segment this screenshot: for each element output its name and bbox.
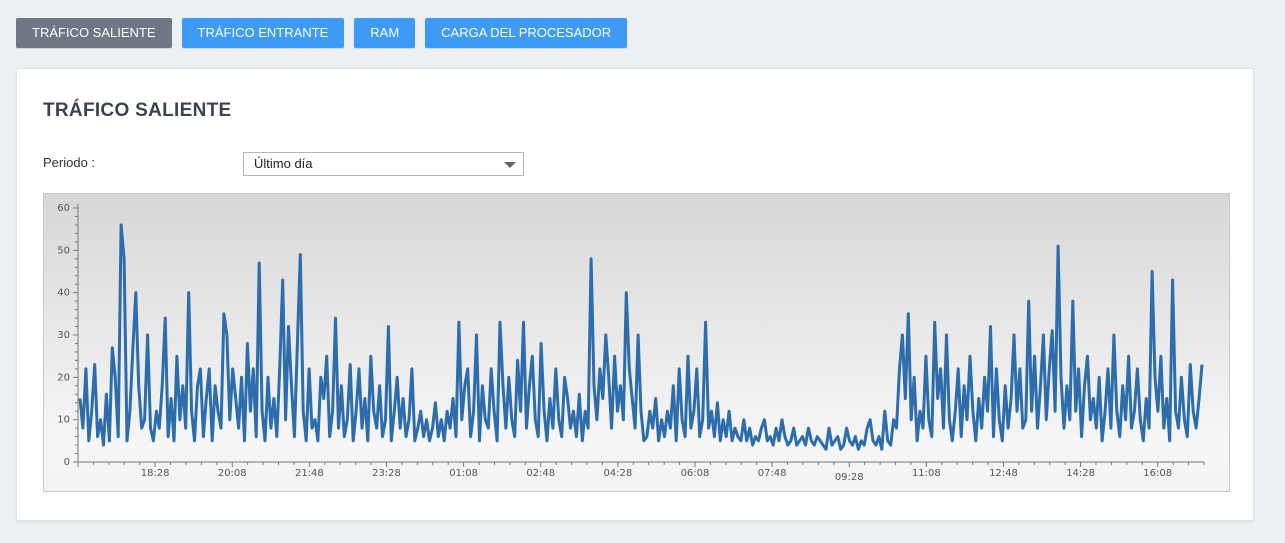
- chevron-down-icon: [504, 162, 516, 168]
- tab-trafico-entrante[interactable]: TRÁFICO ENTRANTE: [181, 18, 345, 48]
- traffic-panel: TRÁFICO SALIENTE Periodo : Último día 01…: [16, 68, 1254, 521]
- x-tick-label: 14:28: [1066, 468, 1095, 479]
- x-tick-label: 23:28: [372, 468, 401, 479]
- x-tick-label: 01:08: [449, 468, 478, 479]
- x-tick-label: 11:08: [912, 468, 941, 479]
- chart-canvas: 0 10 20 30 40 50 60 18:28 20:08 21:48 23:28 01:08 02…: [57, 203, 1205, 483]
- tab-ram[interactable]: RAM: [354, 18, 416, 48]
- x-tick-label: 20:08: [218, 468, 247, 479]
- period-label: Periodo :: [43, 155, 96, 170]
- y-tick-label: 20: [57, 372, 70, 383]
- tab-bar: TRÁFICO SALIENTE TRÁFICO ENTRANTE RAM CA…: [16, 18, 628, 48]
- x-tick-label: 02:48: [526, 468, 555, 479]
- y-tick-label: 0: [64, 457, 70, 468]
- traffic-chart: 0 10 20 30 40 50 60 18:28 20:08 21:48 23:28 01:08 02…: [43, 193, 1230, 492]
- x-tick-label: 12:48: [989, 468, 1018, 479]
- period-select-value: Último día: [254, 156, 313, 171]
- y-tick-label: 60: [57, 203, 70, 214]
- series-line: [78, 223, 1204, 451]
- y-tick-label: 50: [57, 245, 70, 256]
- x-tick-label: 04:28: [603, 468, 632, 479]
- period-select[interactable]: Último día: [243, 152, 524, 176]
- x-tick-label: 09:28: [835, 472, 864, 483]
- x-tick-label: 21:48: [295, 468, 324, 479]
- tab-trafico-saliente[interactable]: TRÁFICO SALIENTE: [16, 18, 172, 48]
- y-tick-label: 40: [57, 288, 70, 299]
- y-tick-label: 30: [57, 330, 70, 341]
- tab-carga-procesador[interactable]: CARGA DEL PROCESADOR: [425, 18, 628, 48]
- panel-title: TRÁFICO SALIENTE: [43, 100, 232, 121]
- x-tick-label: 06:08: [681, 468, 710, 479]
- x-tick-label: 18:28: [141, 468, 170, 479]
- x-tick-label: 16:08: [1143, 468, 1172, 479]
- y-tick-label: 10: [57, 415, 70, 426]
- x-tick-label: 07:48: [758, 468, 787, 479]
